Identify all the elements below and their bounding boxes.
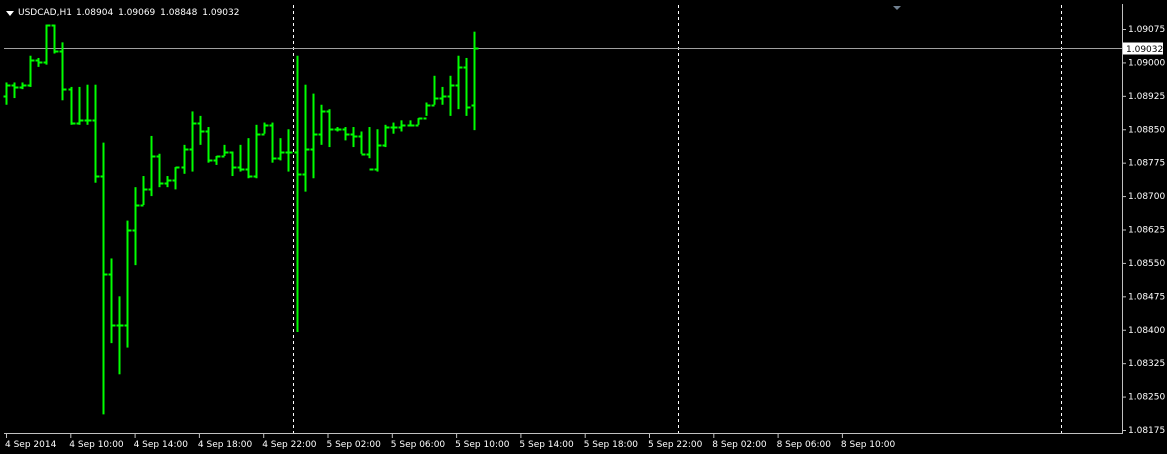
y-tick-label: 1.09075	[1128, 25, 1165, 35]
x-tick-label: 5 Sep 10:00	[455, 440, 510, 450]
y-tick-label: 1.08250	[1128, 393, 1165, 403]
chart-header: USDCAD,H1 1.08904 1.09069 1.08848 1.0903…	[6, 6, 241, 20]
y-tick-label: 1.08400	[1128, 326, 1165, 336]
x-tick-label: 4 Sep 22:00	[262, 440, 317, 450]
y-tick-label: 1.08625	[1128, 226, 1165, 236]
low-value: 1.08848	[160, 8, 198, 18]
x-tick-label: 5 Sep 18:00	[584, 440, 639, 450]
y-tick-label: 1.08850	[1128, 125, 1165, 135]
x-tick-label: 5 Sep 14:00	[519, 440, 574, 450]
close-value: 1.09032	[202, 8, 240, 18]
x-tick-label: 5 Sep 02:00	[327, 440, 382, 450]
x-tick-label: 4 Sep 10:00	[69, 440, 124, 450]
y-tick-label: 1.08700	[1128, 192, 1165, 202]
current-price-label: 1.09032	[1126, 45, 1163, 55]
x-tick-label: 8 Sep 02:00	[712, 440, 767, 450]
y-tick-label: 1.08175	[1128, 426, 1165, 436]
x-tick-label: 4 Sep 2014	[5, 440, 57, 450]
chart-background	[0, 0, 1167, 454]
ohlc-values: 1.08904 1.09069 1.08848 1.09032	[76, 8, 242, 18]
dropdown-triangle-icon[interactable]	[6, 10, 14, 16]
x-tick-label: 4 Sep 18:00	[198, 440, 253, 450]
high-value: 1.09069	[118, 8, 156, 18]
x-tick-label: 4 Sep 14:00	[134, 440, 189, 450]
y-tick-label: 1.08325	[1128, 359, 1165, 369]
x-tick-label: 5 Sep 22:00	[648, 440, 703, 450]
y-tick-label: 1.08550	[1128, 259, 1165, 269]
symbol-label: USDCAD,H1	[18, 8, 72, 18]
x-tick-label: 5 Sep 06:00	[391, 440, 446, 450]
y-tick-label: 1.09000	[1128, 58, 1165, 68]
x-tick-label: 8 Sep 06:00	[777, 440, 832, 450]
open-value: 1.08904	[75, 8, 114, 18]
x-tick-label: 8 Sep 10:00	[841, 440, 896, 450]
y-tick-label: 1.08775	[1128, 159, 1165, 169]
price-chart[interactable]: 1.09075 1.09000 1.08925 1.08850 1.08775 1.087…	[0, 0, 1167, 454]
y-tick-label: 1.08925	[1128, 92, 1165, 102]
y-tick-label: 1.08475	[1128, 292, 1165, 302]
